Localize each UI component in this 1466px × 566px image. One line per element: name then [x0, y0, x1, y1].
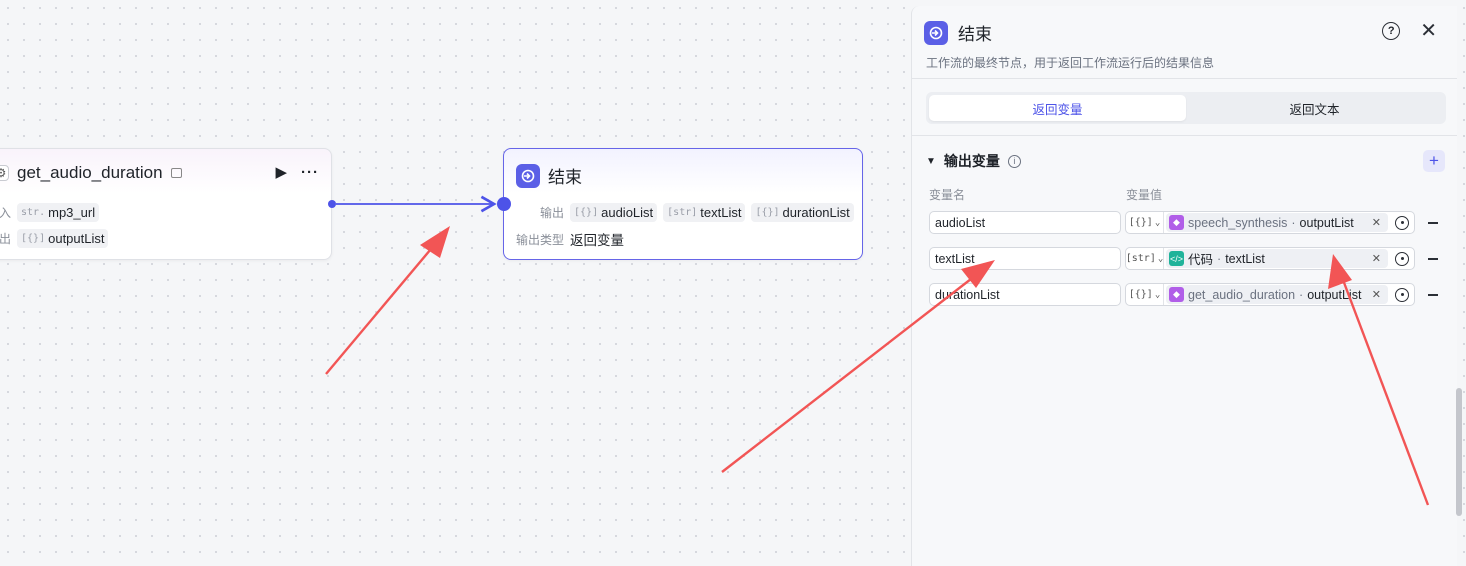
- variable-name-input[interactable]: [929, 211, 1121, 234]
- type-select[interactable]: [{}] ⌄: [1126, 284, 1164, 305]
- section-title: 输出变量: [943, 153, 1000, 169]
- clear-reference-icon[interactable]: ✕: [1372, 288, 1385, 301]
- panel-scrollbar[interactable]: [1456, 388, 1462, 516]
- clear-reference-icon[interactable]: ✕: [1372, 216, 1385, 229]
- node-type-icon: ◆: [1169, 287, 1184, 302]
- end-node-icon: [924, 20, 948, 45]
- plugin-icon: ⚙: [0, 165, 9, 181]
- clear-reference-icon[interactable]: ✕: [1372, 252, 1385, 265]
- variable-name-input[interactable]: [929, 247, 1121, 270]
- end-node[interactable]: 结束 输出 [{}] audioList [str] textList [{}] du…: [503, 148, 863, 260]
- output-variables-section[interactable]: ▼ 输出变量 i: [926, 151, 1021, 171]
- input-type: str.: [21, 207, 46, 218]
- input-label: 入: [0, 206, 12, 220]
- tab-return-variables[interactable]: 返回变量: [929, 95, 1186, 121]
- annotation-arrow: [325, 226, 450, 375]
- target-icon[interactable]: [1395, 215, 1409, 230]
- reference-chip: ◆ get_audio_duration · outputList ✕: [1166, 285, 1388, 304]
- node-title: get_audio_duration: [17, 163, 163, 182]
- end-node-input-port[interactable]: [497, 197, 511, 211]
- input-tag: str. mp3_url: [17, 203, 100, 222]
- chevron-down-icon: ⌄: [1157, 253, 1164, 264]
- column-header-value: 变量值: [1126, 188, 1163, 202]
- chevron-down-icon[interactable]: ▼: [926, 156, 936, 167]
- panel-title: 结束: [958, 25, 992, 44]
- get-audio-duration-node[interactable]: ⚙ get_audio_duration ▶ ··· 入 str. mp3_ur…: [0, 148, 332, 260]
- remove-variable-button[interactable]: [1428, 258, 1438, 260]
- chevron-down-icon: ⌄: [1154, 289, 1161, 300]
- output-type-value: 返回变量: [570, 233, 625, 248]
- variable-value-field[interactable]: [str] ⌄ </> 代码 · textList ✕: [1125, 247, 1415, 270]
- close-icon[interactable]: ✕: [1420, 21, 1437, 41]
- end-node-icon: [516, 163, 540, 188]
- target-icon[interactable]: [1395, 287, 1409, 302]
- end-node-config-panel: 结束 ? ✕ 工作流的最终节点，用于返回工作流运行后的结果信息 返回变量 返回文…: [911, 6, 1457, 566]
- output-tag-audiolist: [{}] audioList: [570, 203, 658, 222]
- node-title: 结束: [548, 168, 582, 187]
- output-tag-textlist: [str] textList: [663, 203, 746, 222]
- node-type-icon: ◆: [1169, 215, 1184, 230]
- input-value: mp3_url: [48, 205, 96, 220]
- info-icon[interactable]: i: [1007, 154, 1021, 168]
- output-tag-durationlist: [{}] durationList: [751, 203, 854, 222]
- variable-name-input[interactable]: [929, 283, 1121, 306]
- output-label: 输出: [540, 206, 565, 220]
- divider: [912, 135, 1457, 136]
- return-mode-tabs: 返回变量 返回文本: [926, 92, 1446, 124]
- remove-variable-button[interactable]: [1428, 222, 1438, 224]
- type-select[interactable]: [str] ⌄: [1126, 248, 1164, 269]
- tab-return-text[interactable]: 返回文本: [1186, 95, 1443, 121]
- output-label: 出: [0, 232, 12, 246]
- target-icon[interactable]: [1395, 251, 1409, 266]
- audio-node-output-port[interactable]: [328, 200, 336, 208]
- chevron-down-icon: ⌄: [1154, 217, 1161, 228]
- divider: [912, 78, 1457, 79]
- column-header-name: 变量名: [929, 188, 966, 202]
- node-header: 结束: [516, 163, 582, 188]
- code-icon: </>: [1169, 251, 1184, 266]
- variable-value-field[interactable]: [{}] ⌄ ◆ get_audio_duration · outputList …: [1125, 283, 1415, 306]
- node-header: ⚙ get_audio_duration: [0, 163, 182, 183]
- add-variable-button[interactable]: +: [1423, 150, 1445, 172]
- type-select[interactable]: [{}] ⌄: [1126, 212, 1164, 233]
- more-icon[interactable]: ···: [301, 164, 319, 181]
- variable-value-field[interactable]: [{}] ⌄ ◆ speech_synthesis · outputList ✕: [1125, 211, 1415, 234]
- output-tag: [{}] outputList: [17, 229, 109, 248]
- panel-description: 工作流的最终节点，用于返回工作流运行后的结果信息: [926, 56, 1215, 70]
- output-type-label: 输出类型: [516, 232, 565, 247]
- node-badge-icon: [170, 168, 182, 178]
- output-value: outputList: [48, 231, 105, 246]
- run-icon[interactable]: ▶: [275, 163, 287, 181]
- reference-chip: </> 代码 · textList ✕: [1166, 249, 1388, 268]
- remove-variable-button[interactable]: [1428, 294, 1438, 296]
- panel-header: 结束: [924, 20, 992, 45]
- reference-chip: ◆ speech_synthesis · outputList ✕: [1166, 213, 1388, 232]
- help-icon[interactable]: ?: [1382, 22, 1401, 40]
- output-type: [{}]: [21, 233, 46, 244]
